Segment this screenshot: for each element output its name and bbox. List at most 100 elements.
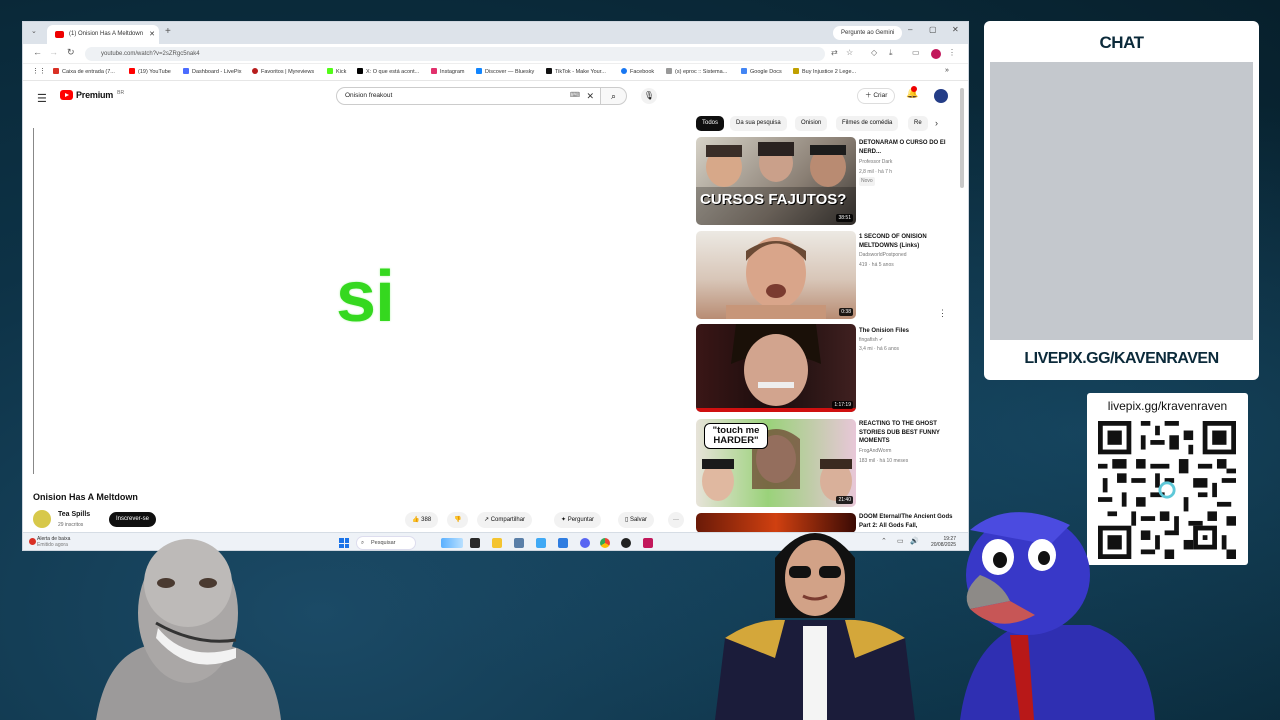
new-tab-icon[interactable]: +	[165, 26, 171, 37]
save-label: Salvar	[629, 517, 647, 523]
more-actions-button[interactable]: ···	[668, 512, 684, 528]
chip-more[interactable]: Re	[908, 116, 928, 131]
rec-title[interactable]: The Onision Files	[859, 327, 959, 336]
forward-icon[interactable]: →	[49, 47, 58, 57]
bookmark-instagram[interactable]: Instagram	[431, 68, 464, 75]
rec-thumbnail-1[interactable]: CURSOS FAJUTOS? 38:51	[696, 137, 856, 225]
chips-next-icon[interactable]: ›	[935, 118, 938, 128]
rec-new-badge: Novo	[859, 177, 875, 186]
bookmark-gmail[interactable]: Caixa de entrada (7...	[53, 68, 115, 75]
downloads-icon[interactable]: ⤓	[889, 48, 893, 58]
reload-icon[interactable]: ↻	[67, 47, 75, 58]
notifications-bell-icon[interactable]: 🔔	[906, 86, 918, 99]
search-icon: ⌕	[610, 91, 617, 101]
voice-search-button[interactable]: 🎙	[641, 88, 657, 104]
rec-channel[interactable]: fingafish ✔	[859, 336, 883, 345]
back-icon[interactable]: ←	[33, 47, 42, 57]
rec-channel[interactable]: DadsworldPostponed	[859, 251, 907, 260]
video-player[interactable]: si	[33, 128, 685, 474]
taskbar-alert[interactable]: Alerta de baixa Emitido agora	[37, 536, 70, 548]
hamburger-menu-icon[interactable]: ☰	[37, 92, 47, 105]
create-button[interactable]: ＋ Criar	[857, 88, 896, 104]
chip-from-search[interactable]: Da sua pesquisa	[730, 116, 787, 131]
account-avatar[interactable]	[934, 89, 948, 103]
store-icon	[793, 68, 799, 74]
maximize-icon[interactable]: ▢	[929, 25, 937, 34]
settings-icon[interactable]	[514, 538, 524, 548]
window-close-icon[interactable]: ✕	[952, 25, 959, 34]
sidebar-icon[interactable]: ▭	[912, 48, 920, 57]
taskbar-search[interactable]: ⌕ Pesquisar	[356, 536, 416, 550]
channel-name[interactable]: Tea Spills	[58, 511, 90, 518]
apps-grid-icon[interactable]: ⋮⋮	[32, 67, 46, 75]
chip-all[interactable]: Todos	[696, 116, 725, 131]
bookmark-kick[interactable]: Kick	[327, 68, 346, 75]
photos-icon[interactable]	[536, 538, 546, 548]
subscribe-button[interactable]: Inscrever-se	[109, 512, 157, 527]
app-icon[interactable]	[643, 538, 653, 548]
browser-menu-icon[interactable]: ⋮	[948, 48, 956, 57]
ask-button[interactable]: ✦ Perguntar	[554, 512, 602, 528]
bookmark-youtube[interactable]: (19) YouTube	[129, 68, 171, 75]
x-icon	[357, 68, 363, 74]
url-text: youtube.com/watch?v=2sZRgc5nak4	[101, 51, 200, 57]
share-label: Compartilhar	[490, 517, 526, 523]
bookmark-injustice[interactable]: Buy Injustice 2 Lege...	[793, 68, 856, 75]
rec-thumbnail-3[interactable]: 1:17:19	[696, 324, 856, 412]
rec-channel[interactable]: Professor Dark	[859, 158, 892, 167]
rec-thumbnail-2[interactable]: 0:38	[696, 231, 856, 319]
file-explorer-icon[interactable]	[492, 538, 502, 548]
bookmark-bluesky[interactable]: Discover — Bluesky	[476, 68, 534, 75]
rec-title[interactable]: 1 SECOND OF ONISION MELTDOWNS (Links)	[859, 233, 959, 250]
dislike-button[interactable]: 👎	[447, 512, 469, 528]
bookmark-livepix[interactable]: Dashboard - LivePix	[183, 68, 242, 75]
sidebar-scrollbar[interactable]	[960, 88, 964, 188]
widgets-icon[interactable]	[441, 538, 463, 548]
profile-avatar[interactable]	[931, 49, 941, 59]
search-input[interactable]: Onision freakout ⌨ ✕	[336, 87, 601, 105]
minimize-icon[interactable]: –	[908, 25, 912, 34]
bookmark-eproc[interactable]: (s) eproc :: Sistema...	[666, 68, 727, 75]
youtube-logo[interactable]: Premium BR	[60, 90, 124, 100]
qr-url: livepix.gg/kravenraven	[1107, 399, 1228, 413]
extensions-icon[interactable]: ◇	[871, 48, 877, 57]
channel-avatar[interactable]	[33, 510, 51, 528]
rec-title[interactable]: DETONARAM O CURSO DO EI NERD...	[859, 139, 959, 156]
bookmark-facebook[interactable]: Facebook	[621, 68, 654, 75]
discord-icon[interactable]	[580, 538, 590, 548]
chip-onision[interactable]: Onision	[795, 116, 828, 131]
more-bookmarks-icon[interactable]: »	[945, 67, 949, 74]
rec-duration: 0:38	[839, 308, 853, 316]
bookmark-tiktok[interactable]: TikTok - Make Your...	[546, 68, 606, 75]
bookmark-myreviews[interactable]: Favoritos | Myreviews	[252, 68, 314, 75]
translate-icon[interactable]: ⇄	[831, 48, 838, 57]
search-button[interactable]: ⌕	[601, 87, 627, 105]
youtube-play-icon	[60, 90, 73, 100]
obs-icon[interactable]	[621, 538, 631, 548]
tab-list-chevron-icon[interactable]: ⌄	[31, 27, 37, 35]
livepix-icon	[183, 68, 189, 74]
bookmark-google-docs[interactable]: Google Docs	[741, 68, 782, 75]
rec-options-icon[interactable]: ⋮	[938, 308, 947, 319]
tab-close-icon[interactable]: ✕	[149, 25, 155, 44]
share-button[interactable]: ↗ Compartilhar	[477, 512, 533, 528]
clear-search-icon[interactable]: ✕	[586, 88, 594, 104]
tab-active[interactable]: (1) Onision Has A Meltdown ✕	[47, 25, 159, 44]
rec-title[interactable]: REACTING TO THE GHOST STORIES DUB BEST F…	[859, 420, 959, 446]
instagram-icon	[431, 68, 437, 74]
rec-channel[interactable]: FrogAndWorm	[859, 447, 891, 456]
windows-start-icon[interactable]	[339, 538, 349, 548]
ask-label: Perguntar	[567, 517, 595, 523]
store-app-icon[interactable]	[558, 538, 568, 548]
rec-thumbnail-4[interactable]: "touch me HARDER" 21:40	[696, 419, 856, 507]
bookmark-x[interactable]: X: O que está acont...	[357, 68, 419, 75]
save-button[interactable]: ▯ Salvar	[618, 512, 654, 528]
task-view-icon[interactable]	[470, 538, 480, 548]
like-button[interactable]: 👍 388	[405, 512, 439, 528]
chrome-icon[interactable]	[600, 538, 610, 548]
bookmark-star-icon[interactable]: ☆	[846, 48, 853, 57]
url-field[interactable]: youtube.com/watch?v=2sZRgc5nak4	[85, 47, 825, 61]
keyboard-icon[interactable]: ⌨	[570, 88, 580, 104]
gemini-button[interactable]: Pergunte ao Gemini	[833, 26, 903, 40]
chip-comedy-films[interactable]: Filmes de comédia	[836, 116, 899, 131]
